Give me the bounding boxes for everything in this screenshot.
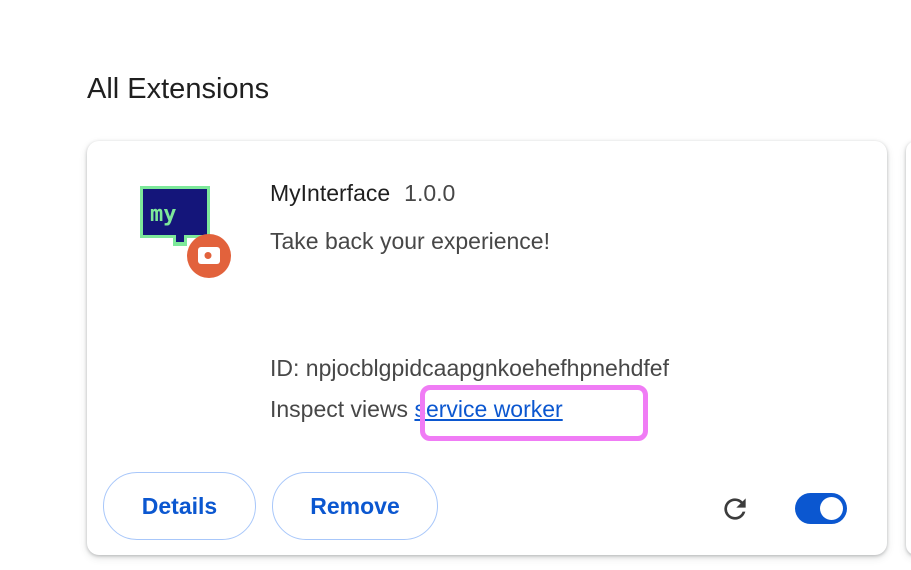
extension-name-row: MyInterface 1.0.0 (270, 179, 455, 207)
extension-card: my MyInterface 1.0.0 Take back your exper… (87, 141, 887, 555)
inspect-views-row: Inspect views service worker (270, 395, 563, 423)
toggle-knob (820, 497, 843, 520)
extension-name: MyInterface (270, 180, 391, 206)
extensions-page: All Extensions my MyInterface 1.0.0 Take… (0, 0, 911, 570)
next-extension-card-edge (906, 141, 911, 555)
extension-description: Take back your experience! (270, 228, 550, 254)
inspect-views-label: Inspect views (270, 396, 415, 422)
extension-id: ID: npjocblgpidcaapgnkoehefhpnehdfef (270, 355, 669, 381)
remove-button[interactable]: Remove (272, 472, 438, 540)
extension-badge-icon (187, 234, 231, 278)
details-button[interactable]: Details (103, 472, 256, 540)
reload-icon (724, 498, 746, 520)
reload-button[interactable] (717, 491, 753, 527)
myinterface-logo-icon: my (137, 183, 237, 279)
section-title: All Extensions (87, 73, 270, 105)
service-worker-link[interactable]: service worker (414, 396, 562, 422)
extension-version: 1.0.0 (404, 180, 456, 206)
enable-toggle[interactable] (795, 493, 847, 524)
svg-text:my: my (150, 202, 177, 227)
